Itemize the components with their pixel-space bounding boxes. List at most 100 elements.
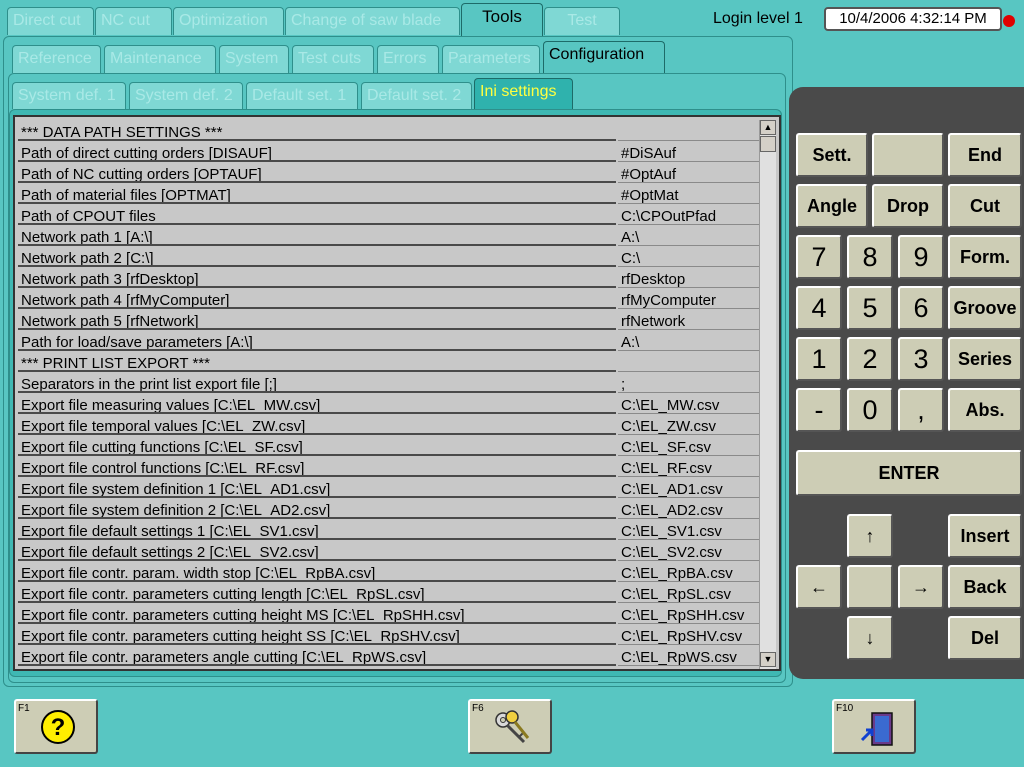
tab-configuration[interactable]: Configuration [543,41,665,74]
tab-test[interactable]: Test [544,7,620,35]
table-row[interactable]: Export file contr. parameters cutting he… [18,626,765,647]
center-key[interactable] [847,565,893,609]
tab-reference[interactable]: Reference [12,45,101,73]
scroll-up-icon[interactable]: ▲ [760,120,776,135]
table-row[interactable]: Path for load/save parameters [A:\] A:\ [18,332,765,353]
setting-value[interactable]: C:\EL_RpSL.csv [618,584,765,603]
f1-help-button[interactable]: F1 ? [14,699,98,754]
del-button[interactable]: Del [948,616,1022,660]
table-row[interactable]: Separators in the print list export file… [18,374,765,395]
setting-value[interactable]: rfMyComputer [618,290,765,309]
tab-default-set-2[interactable]: Default set. 2 [361,82,472,109]
arrow-down-icon[interactable]: ↓ [847,616,893,660]
key-6[interactable]: 6 [898,286,944,330]
setting-value[interactable]: C:\EL_RpSHV.csv [618,626,765,645]
tab-tools[interactable]: Tools [461,3,543,37]
setting-value[interactable]: C:\CPOutPfad [618,206,765,225]
table-row[interactable]: Network path 2 [C:\] C:\ [18,248,765,269]
setting-value[interactable]: C:\EL_AD2.csv [618,500,765,519]
tab-system[interactable]: System [219,45,289,73]
tab-ini-settings[interactable]: Ini settings [474,78,573,110]
setting-value[interactable]: C:\EL_SV2.csv [618,542,765,561]
table-row[interactable]: Network path 4 [rfMyComputer] rfMyCompute… [18,290,765,311]
minus-key[interactable]: - [796,388,842,432]
groove-button[interactable]: Groove [948,286,1022,330]
setting-value[interactable]: #OptMat [618,185,765,204]
setting-value[interactable] [618,353,765,372]
key-9[interactable]: 9 [898,235,944,279]
setting-value[interactable] [618,122,765,141]
key-5[interactable]: 5 [847,286,893,330]
insert-button[interactable]: Insert [948,514,1022,558]
setting-value[interactable]: #DiSAuf [618,143,765,162]
scroll-down-icon[interactable]: ▼ [760,652,776,667]
form-button[interactable]: Form. [948,235,1022,279]
abs-button[interactable]: Abs. [948,388,1022,432]
table-row[interactable]: *** PRINT LIST EXPORT *** [18,353,765,374]
table-row[interactable]: Export file measuring values [C:\EL_MW.c… [18,395,765,416]
series-button[interactable]: Series [948,337,1022,381]
table-row[interactable]: Network path 1 [A:\] A:\ [18,227,765,248]
table-row[interactable]: Export file temporal values [C:\EL_ZW.cs… [18,416,765,437]
settings-list[interactable]: *** DATA PATH SETTINGS *** Path of direct… [13,115,781,671]
table-row[interactable]: Path of material files [OPTMAT] #OptMat [18,185,765,206]
tab-default-set-1[interactable]: Default set. 1 [246,82,358,109]
sett-button[interactable]: Sett. [796,133,868,177]
f6-keys-button[interactable]: F6 [468,699,552,754]
setting-value[interactable]: C:\EL_RF.csv [618,458,765,477]
setting-value[interactable]: C:\EL_RpBA.csv [618,563,765,582]
table-row[interactable]: Export file contr. parameters angle cutt… [18,647,765,668]
tab-nc-cut[interactable]: NC cut [95,7,172,35]
table-row[interactable]: Network path 3 [rfDesktop] rfDesktop [18,269,765,290]
table-row[interactable]: Export file cutting functions [C:\EL_SF.… [18,437,765,458]
setting-value[interactable]: C:\EL_SF.csv [618,437,765,456]
drop-button[interactable]: Drop [872,184,944,228]
comma-key[interactable]: , [898,388,944,432]
back-button[interactable]: Back [948,565,1022,609]
setting-value[interactable]: C:\EL_ZW.csv [618,416,765,435]
key-8[interactable]: 8 [847,235,893,279]
arrow-left-icon[interactable]: ← [796,565,842,609]
tab-parameters[interactable]: Parameters [442,45,540,73]
table-row[interactable]: Network path 5 [rfNetwork] rfNetwork [18,311,765,332]
setting-value[interactable]: C:\EL_SV1.csv [618,521,765,540]
tab-maintenance[interactable]: Maintenance [104,45,216,73]
angle-button[interactable]: Angle [796,184,868,228]
blank-button[interactable] [872,133,944,177]
setting-value[interactable]: C:\ [618,248,765,267]
table-row[interactable]: Export file contr. param. width stop [C:… [18,563,765,584]
key-1[interactable]: 1 [796,337,842,381]
table-row[interactable]: *** DATA PATH SETTINGS *** [18,122,765,143]
key-0[interactable]: 0 [847,388,893,432]
setting-value[interactable]: rfNetwork [618,311,765,330]
table-row[interactable]: Export file default settings 1 [C:\EL_SV… [18,521,765,542]
table-row[interactable]: Path of direct cutting orders [DISAUF] #D… [18,143,765,164]
table-row[interactable]: Export file control functions [C:\EL_RF.… [18,458,765,479]
scroll-thumb[interactable] [760,136,776,152]
table-row[interactable]: Export file system definition 1 [C:\EL_A… [18,479,765,500]
setting-value[interactable]: C:\EL_AD1.csv [618,479,765,498]
tab-test-cuts[interactable]: Test cuts [292,45,374,73]
tab-errors[interactable]: Errors [377,45,439,73]
scrollbar[interactable]: ▲ ▼ [759,120,776,669]
key-7[interactable]: 7 [796,235,842,279]
setting-value[interactable]: C:\EL_RpSHH.csv [618,605,765,624]
setting-value[interactable]: A:\ [618,332,765,351]
setting-value[interactable]: A:\ [618,227,765,246]
table-row[interactable]: Path of NC cutting orders [OPTAUF] #OptAu… [18,164,765,185]
arrow-up-icon[interactable]: ↑ [847,514,893,558]
cut-button[interactable]: Cut [948,184,1022,228]
tab-direct-cut[interactable]: Direct cut [7,7,94,35]
tab-system-def-1[interactable]: System def. 1 [12,82,126,109]
table-row[interactable]: Export file default settings 2 [C:\EL_SV… [18,542,765,563]
key-4[interactable]: 4 [796,286,842,330]
key-2[interactable]: 2 [847,337,893,381]
table-row[interactable]: Export file contr. parameters cutting he… [18,605,765,626]
tab-system-def-2[interactable]: System def. 2 [129,82,243,109]
setting-value[interactable]: ; [618,374,765,393]
setting-value[interactable]: C:\EL_MW.csv [618,395,765,414]
key-3[interactable]: 3 [898,337,944,381]
setting-value[interactable]: C:\EL_RpWS.csv [618,647,765,666]
table-row[interactable]: Path of CPOUT files C:\CPOutPfad [18,206,765,227]
setting-value[interactable]: rfDesktop [618,269,765,288]
